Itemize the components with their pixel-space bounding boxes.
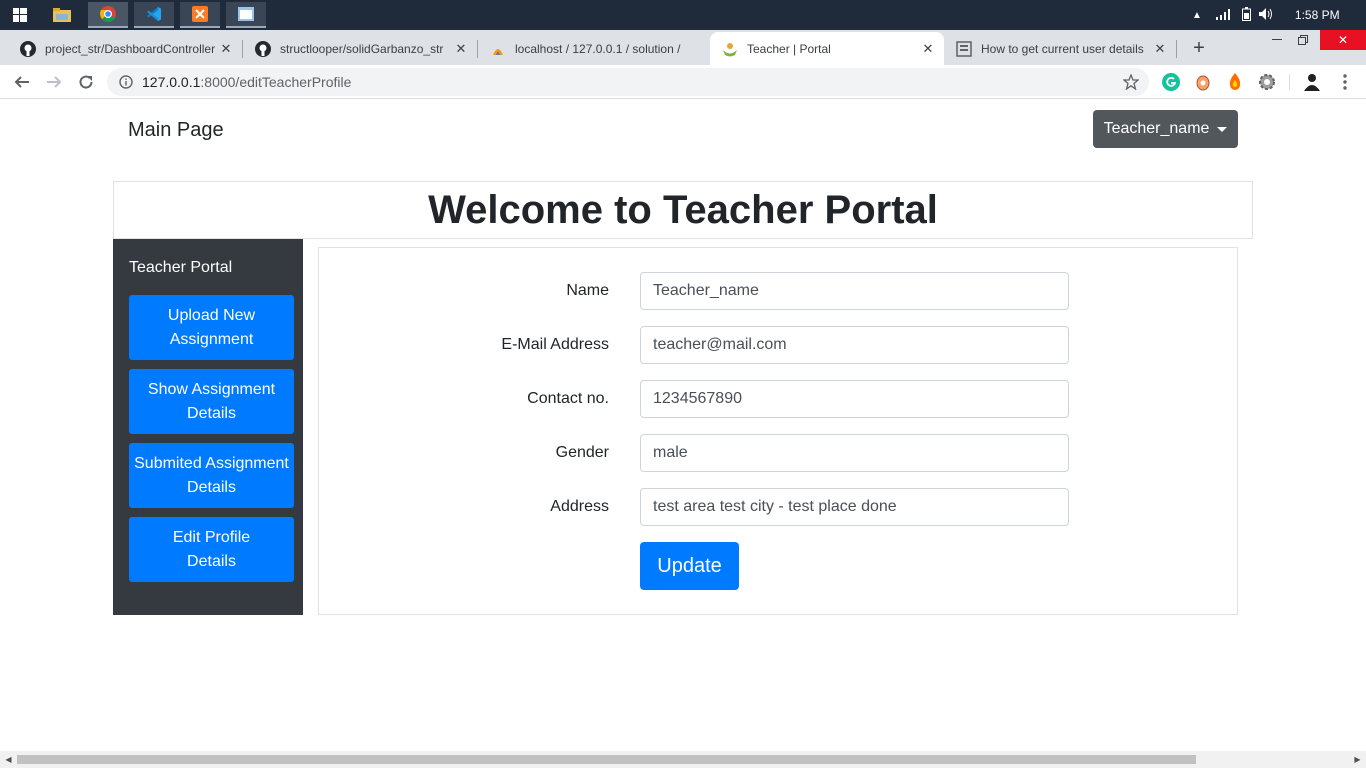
xampp-taskbar-icon[interactable]	[180, 2, 220, 28]
name-input[interactable]	[640, 272, 1069, 310]
button-label-line2: Details	[187, 552, 236, 570]
sidebar-title: Teacher Portal	[129, 259, 233, 276]
tab-separator	[1176, 40, 1177, 58]
form-row-contact: Contact no.	[319, 380, 1237, 418]
close-tab-icon[interactable]: ✕	[918, 41, 938, 57]
file-explorer-icon[interactable]	[42, 2, 82, 28]
bookmark-star-icon[interactable]	[1123, 74, 1139, 90]
tab-title: project_str/DashboardController	[45, 41, 216, 56]
form-row-address: Address	[319, 488, 1237, 526]
submitted-assignment-button[interactable]: Submited Assignment Details	[129, 443, 294, 508]
tab-title: Teacher | Portal	[747, 41, 831, 56]
caret-down-icon	[1217, 126, 1228, 132]
button-label-line1: Submited Assignment	[134, 454, 289, 472]
browser-toolbar: 127.0.0.1:8000/editTeacherProfile	[0, 65, 1366, 99]
form-row-email: E-Mail Address	[319, 326, 1237, 364]
horizontal-scrollbar[interactable]: ◀ ▶	[0, 751, 1366, 768]
button-label-line1: Edit Profile	[172, 528, 251, 546]
battery-icon[interactable]	[1241, 6, 1251, 24]
browser-tab-strip: project_str/DashboardController ✕ struct…	[0, 30, 1366, 65]
system-tray: ▲ 1:58 PM	[1192, 0, 1340, 30]
scroll-right-icon[interactable]: ▶	[1349, 751, 1366, 768]
gender-label: Gender	[555, 444, 609, 461]
sidebar: Teacher Portal Upload New Assignment Show…	[113, 239, 303, 615]
update-button[interactable]: Update	[640, 542, 739, 590]
button-label-line2: Assignment	[169, 330, 254, 348]
tab-teacher-portal[interactable]: Teacher | Portal ✕	[710, 32, 944, 65]
user-dropdown-button[interactable]: Teacher_name	[1093, 110, 1238, 148]
close-window-icon[interactable]: ✕	[1320, 30, 1366, 50]
tab-project-str[interactable]: project_str/DashboardController ✕	[8, 32, 242, 65]
profile-form-card: Name E-Mail Address Contact no. Gender A…	[318, 247, 1238, 615]
tab-stackoverflow[interactable]: How to get current user details ✕	[944, 32, 1176, 65]
scroll-left-icon[interactable]: ◀	[0, 751, 17, 768]
extension-icon[interactable]	[1193, 72, 1213, 92]
window-app-taskbar-icon[interactable]	[226, 2, 266, 28]
tab-title: localhost / 127.0.0.1 / solution /	[515, 41, 681, 56]
windows-taskbar: ▲ 1:58 PM	[0, 0, 1366, 30]
teacher-portal-icon	[722, 41, 738, 57]
tray-expand-icon[interactable]: ▲	[1192, 10, 1202, 21]
forward-arrow-icon[interactable]	[42, 70, 66, 94]
url-path: :8000/editTeacherProfile	[200, 74, 352, 90]
github-icon	[20, 40, 36, 57]
site-info-icon[interactable]	[119, 75, 133, 89]
address-input[interactable]	[640, 488, 1069, 526]
navbar-brand[interactable]: Main Page	[128, 119, 224, 142]
button-label-line1: Show Assignment	[147, 380, 276, 398]
stackoverflow-icon	[956, 40, 972, 57]
button-label-line2: Details	[187, 404, 236, 422]
address-bar[interactable]: 127.0.0.1:8000/editTeacherProfile	[107, 68, 1149, 96]
edit-profile-button[interactable]: Edit Profile Details	[129, 517, 294, 582]
email-label: E-Mail Address	[501, 336, 609, 353]
toolbar-divider	[1289, 74, 1290, 90]
github-icon	[255, 40, 271, 57]
scrollbar-thumb[interactable]	[17, 755, 1196, 764]
button-label-line1: Upload New	[167, 306, 256, 324]
button-label-line2: Details	[187, 478, 236, 496]
profile-avatar-icon[interactable]	[1302, 72, 1322, 92]
gender-input[interactable]	[640, 434, 1069, 472]
minimize-icon[interactable]	[1267, 30, 1287, 50]
volume-icon[interactable]	[1258, 7, 1273, 23]
url-host: 127.0.0.1	[142, 74, 201, 90]
clock[interactable]: 1:58 PM	[1295, 8, 1340, 22]
settings-gear-extension-icon[interactable]	[1257, 72, 1277, 92]
page-title: Welcome to Teacher Portal	[428, 187, 938, 232]
restore-icon[interactable]	[1293, 30, 1313, 50]
user-name: Teacher_name	[1103, 120, 1210, 137]
new-tab-icon[interactable]: +	[1188, 38, 1210, 60]
back-arrow-icon[interactable]	[10, 70, 34, 94]
close-tab-icon[interactable]: ✕	[451, 41, 471, 57]
more-menu-icon[interactable]	[1335, 72, 1355, 92]
upload-assignment-button[interactable]: Upload New Assignment	[129, 295, 294, 360]
welcome-banner: Welcome to Teacher Portal	[113, 181, 1253, 239]
close-tab-icon[interactable]: ✕	[216, 41, 236, 57]
name-label: Name	[566, 282, 609, 299]
windows-start-icon[interactable]	[0, 2, 40, 28]
tab-solidgarbanzo[interactable]: structlooper/solidGarbanzo_str ✕	[243, 32, 477, 65]
form-row-gender: Gender	[319, 434, 1237, 472]
tab-title: How to get current user details	[981, 41, 1144, 56]
form-row-name: Name	[319, 272, 1237, 310]
fire-extension-icon[interactable]	[1225, 72, 1245, 92]
network-icon[interactable]	[1215, 8, 1232, 23]
vscode-taskbar-icon[interactable]	[134, 2, 174, 28]
chrome-taskbar-icon[interactable]	[88, 2, 128, 28]
tab-title: structlooper/solidGarbanzo_str	[280, 41, 444, 56]
page-content: Main Page Teacher_name Welcome to Teache…	[0, 100, 1366, 751]
email-input[interactable]	[640, 326, 1069, 364]
grammarly-extension-icon[interactable]	[1161, 72, 1181, 92]
reload-icon[interactable]	[74, 70, 98, 94]
address-label: Address	[550, 498, 609, 515]
show-assignment-button[interactable]: Show Assignment Details	[129, 369, 294, 434]
contact-input[interactable]	[640, 380, 1069, 418]
contact-label: Contact no.	[527, 390, 609, 407]
tab-phpmyadmin[interactable]: localhost / 127.0.0.1 / solution /	[478, 32, 710, 65]
phpmyadmin-icon	[490, 41, 506, 57]
close-tab-icon[interactable]: ✕	[1150, 41, 1170, 57]
